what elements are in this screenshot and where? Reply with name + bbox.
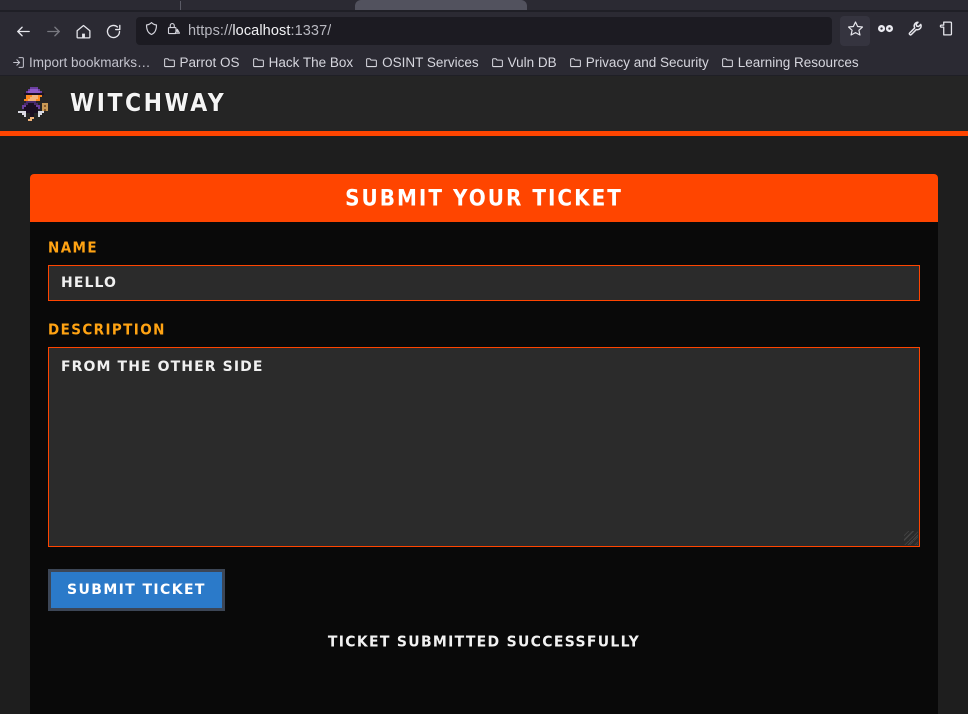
- bookmark-import-bookmarks[interactable]: Import bookmarks…: [6, 53, 157, 72]
- bookmark-label: Import bookmarks…: [29, 55, 151, 70]
- tab-strip[interactable]: [0, 0, 968, 12]
- folder-icon: [491, 56, 504, 69]
- extensions-puzzle-icon: [937, 20, 954, 42]
- ticket-form: NAME DESCRIPTION FROM THE OTHER SIDE SUB…: [30, 222, 938, 651]
- containers-extension-button[interactable]: [870, 16, 900, 46]
- description-textarea[interactable]: FROM THE OTHER SIDE: [48, 347, 920, 547]
- extension-containers-icon: [876, 19, 895, 43]
- name-label: NAME: [48, 239, 99, 257]
- tab-strip-bottom-edge: [0, 10, 968, 12]
- bookmark-star-button[interactable]: [840, 16, 870, 46]
- folder-icon: [163, 56, 176, 69]
- import-bookmarks-icon: [12, 56, 25, 69]
- bookmarks-bar: Import bookmarks… Parrot OS Hack The Box: [0, 50, 968, 76]
- browser-chrome: https://localhost:1337/ Import bookmarks…: [0, 0, 968, 76]
- description-wrapper: FROM THE OTHER SIDE: [48, 347, 920, 547]
- reload-button[interactable]: [98, 16, 128, 46]
- bookmark-learning-resources[interactable]: Learning Resources: [715, 53, 865, 72]
- status-message: TICKET SUBMITTED SUCCESSFULLY: [327, 633, 641, 651]
- site-title: WITCHWAY: [70, 89, 227, 118]
- arrow-left-icon: [15, 23, 32, 40]
- home-button[interactable]: [68, 16, 98, 46]
- folder-icon: [569, 56, 582, 69]
- site-header: WITCHWAY: [0, 76, 968, 136]
- bookmark-privacy-and-security[interactable]: Privacy and Security: [563, 53, 715, 72]
- bookmark-vuln-db[interactable]: Vuln DB: [485, 53, 563, 72]
- developer-tools-wrench-icon: [907, 20, 924, 42]
- url-scheme: https://: [188, 23, 233, 39]
- bookmark-label: Parrot OS: [179, 55, 240, 70]
- description-label: DESCRIPTION: [48, 321, 166, 339]
- forward-button[interactable]: [38, 16, 68, 46]
- witch-on-broom-icon: [18, 86, 52, 121]
- page-content: WITCHWAY SUBMIT YOUR TICKET NAME DESCRIP…: [0, 76, 968, 714]
- shield-icon[interactable]: [144, 21, 159, 41]
- folder-icon: [252, 56, 265, 69]
- url-port-path: :1337/: [290, 23, 332, 39]
- ticket-card: SUBMIT YOUR TICKET NAME DESCRIPTION FROM…: [30, 174, 938, 714]
- bookmark-hack-the-box[interactable]: Hack The Box: [246, 53, 360, 72]
- url-host: localhost: [232, 23, 291, 39]
- content-area: SUBMIT YOUR TICKET NAME DESCRIPTION FROM…: [0, 136, 968, 714]
- arrow-right-icon: [45, 23, 62, 40]
- navigation-toolbar: https://localhost:1337/: [0, 12, 968, 50]
- bookmark-label: Hack The Box: [268, 55, 354, 70]
- name-input[interactable]: [48, 265, 920, 301]
- folder-icon: [365, 56, 378, 69]
- developer-tools-button[interactable]: [900, 16, 930, 46]
- reload-icon: [105, 23, 122, 40]
- bookmark-label: OSINT Services: [382, 55, 479, 70]
- bookmark-osint-services[interactable]: OSINT Services: [359, 53, 485, 72]
- url-text[interactable]: https://localhost:1337/: [188, 23, 331, 39]
- bookmark-label: Privacy and Security: [585, 55, 709, 70]
- folder-icon: [721, 56, 734, 69]
- lock-warning-icon[interactable]: [166, 21, 181, 41]
- back-button[interactable]: [8, 16, 38, 46]
- bookmark-label: Learning Resources: [737, 55, 859, 70]
- bookmark-label: Vuln DB: [507, 55, 557, 70]
- home-icon: [75, 23, 92, 40]
- card-title: SUBMIT YOUR TICKET: [345, 184, 623, 212]
- bookmark-parrot-os[interactable]: Parrot OS: [157, 53, 246, 72]
- card-header: SUBMIT YOUR TICKET: [30, 174, 938, 222]
- bookmark-star-icon: [847, 20, 864, 42]
- url-bar[interactable]: https://localhost:1337/: [136, 17, 832, 45]
- extensions-button[interactable]: [930, 16, 960, 46]
- submit-ticket-button[interactable]: SUBMIT TICKET: [48, 569, 225, 611]
